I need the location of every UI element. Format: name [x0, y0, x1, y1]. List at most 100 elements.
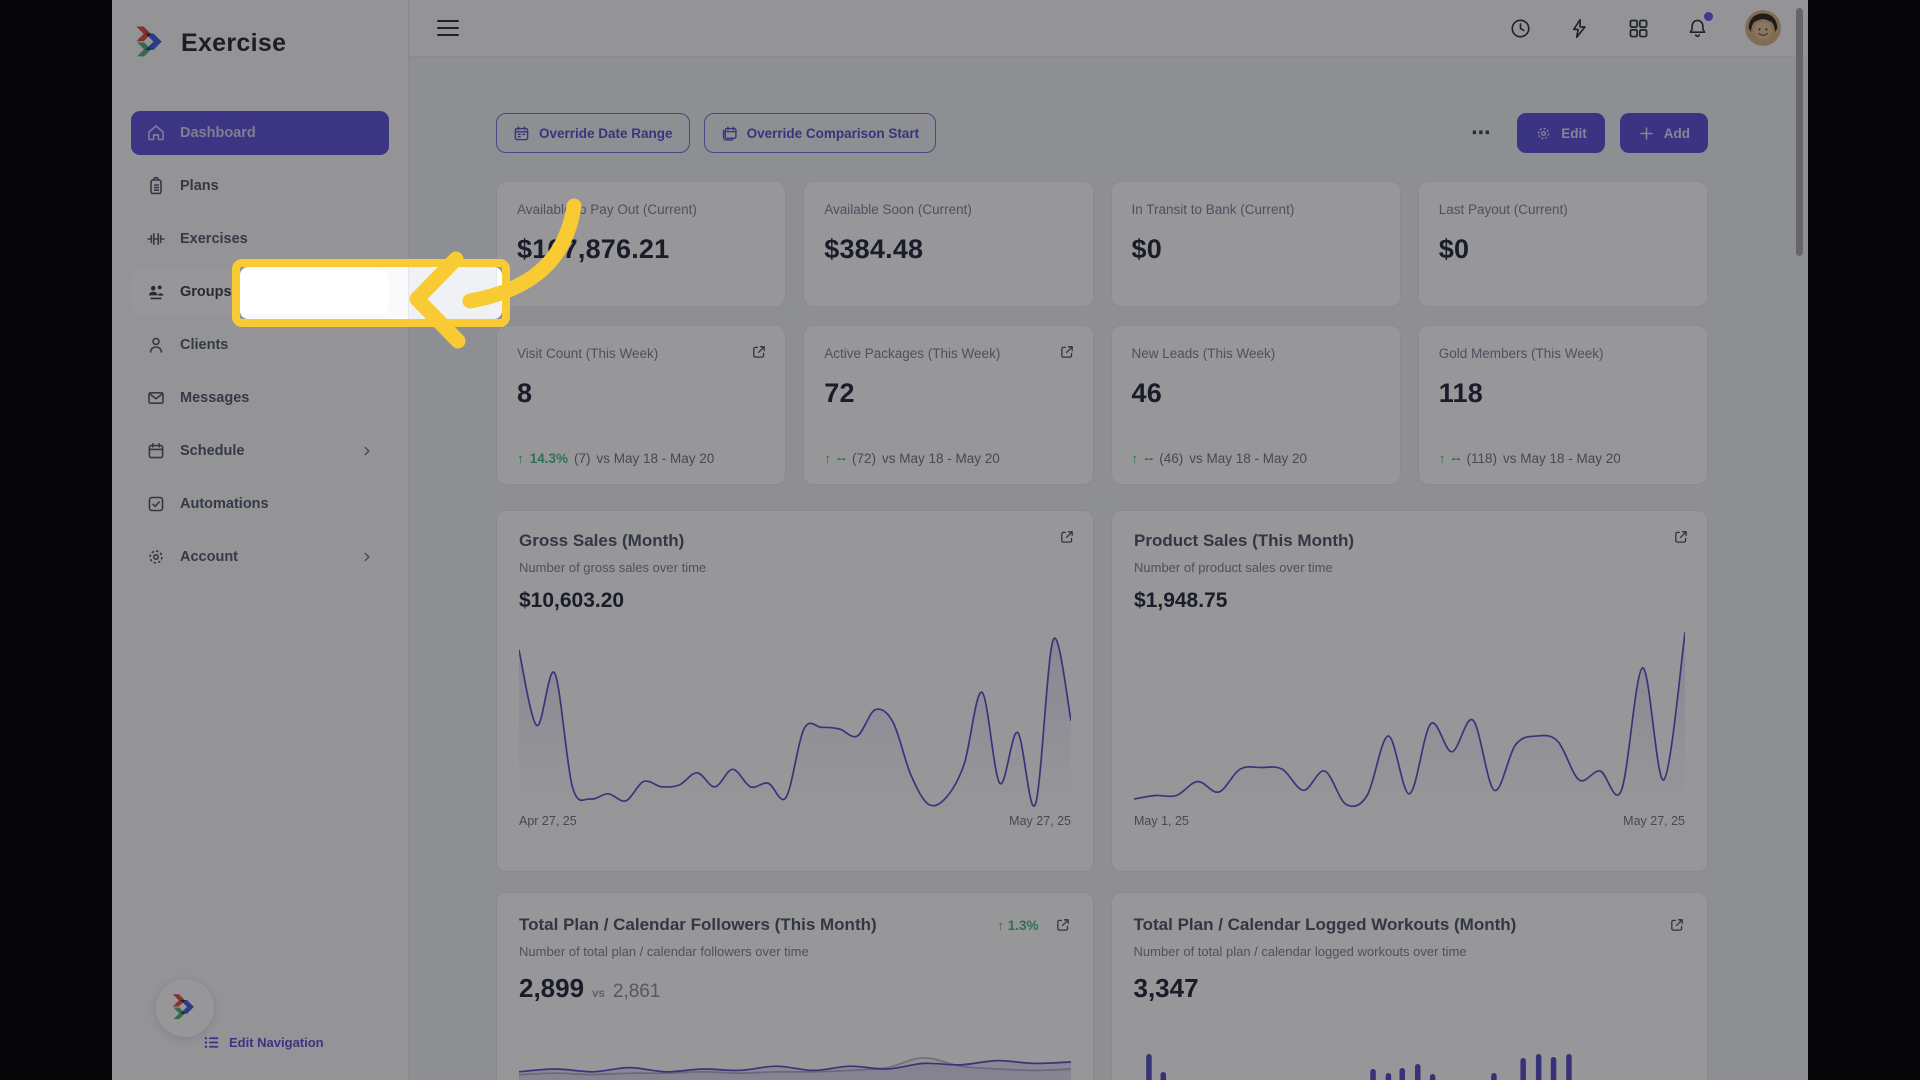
sidebar-item-label: Account	[180, 549, 238, 565]
stat-card-active-packages[interactable]: Active Packages (This Week) 72 ↑ -- (72)…	[803, 325, 1094, 485]
sidebar-item-messages[interactable]: Messages	[131, 376, 389, 420]
external-link-icon[interactable]	[751, 344, 767, 360]
plus-icon	[1639, 126, 1653, 140]
product-sales-card[interactable]: Product Sales (This Month) Number of pro…	[1111, 510, 1708, 872]
external-link-icon[interactable]	[1059, 344, 1075, 360]
external-link-icon[interactable]	[1669, 917, 1685, 933]
delta-count: (46)	[1159, 451, 1184, 466]
x-axis-end: May 27, 25	[1623, 814, 1685, 828]
delta-percent: --	[1144, 451, 1154, 466]
stat-value: $0	[1131, 234, 1162, 264]
stat-delta: ↑ -- (118) vs May 18 - May 20	[1439, 451, 1621, 466]
hamburger-menu-icon[interactable]	[437, 20, 459, 36]
apps-grid-icon[interactable]	[1627, 17, 1650, 40]
external-link-icon[interactable]	[1055, 917, 1071, 933]
chart-title: Total Plan / Calendar Followers (This Mo…	[519, 915, 877, 934]
sidebar-item-label: Schedule	[180, 443, 245, 459]
sidebar-item-clients[interactable]: Clients	[131, 323, 389, 367]
sidebar-item-label: Plans	[180, 178, 219, 194]
stats-row-1: Available to Pay Out (Current) $167,876.…	[496, 181, 1708, 307]
sidebar-item-plans[interactable]: Plans	[131, 164, 389, 208]
sidebar-item-label: Exercises	[180, 231, 248, 247]
screenshot-viewport: Exercise Dashboard Plans Exercises Group…	[0, 0, 1920, 1080]
clipboard-icon	[150, 176, 162, 195]
stat-value: 72	[824, 378, 855, 408]
stat-value: 46	[1131, 378, 1162, 408]
chart-title: Total Plan / Calendar Logged Workouts (M…	[1133, 915, 1517, 934]
gear-icon	[149, 550, 163, 564]
edit-dashboard-button[interactable]: Edit	[1517, 113, 1605, 153]
stat-card-gold-members[interactable]: Gold Members (This Week) 118 ↑ -- (118) …	[1417, 325, 1708, 485]
delta-comparison: vs May 18 - May 20	[1503, 451, 1621, 466]
delta-percent: 1.3%	[1007, 917, 1039, 933]
toolbar-right-actions: ⋯ Edit Add	[1471, 113, 1708, 153]
stat-delta: ↑ 14.3% (7) vs May 18 - May 20	[517, 451, 714, 466]
bolt-icon[interactable]	[1568, 17, 1591, 40]
logged-workouts-card[interactable]: Total Plan / Calendar Logged Workouts (M…	[1110, 892, 1708, 1080]
sidebar-item-dashboard[interactable]: Dashboard	[131, 111, 389, 155]
user-avatar[interactable]	[1745, 10, 1781, 46]
edit-navigation-label: Edit Navigation	[229, 1035, 324, 1050]
sidebar-item-label: Messages	[180, 390, 250, 406]
stat-card-in-transit[interactable]: In Transit to Bank (Current) $0	[1110, 181, 1401, 307]
home-icon	[148, 125, 164, 141]
history-clock-icon[interactable]	[1509, 17, 1532, 40]
chart-subtitle: Number of total plan / calendar logged w…	[1133, 944, 1467, 959]
add-widget-button[interactable]: Add	[1619, 113, 1708, 153]
stat-label: Gold Members (This Week)	[1438, 346, 1604, 361]
vertical-scrollbar[interactable]	[1796, 8, 1803, 256]
sidebar-item-groups[interactable]: Groups	[131, 270, 389, 314]
chart-total-value: $10,603.20	[519, 589, 625, 612]
chart-title: Gross Sales (Month)	[519, 531, 685, 550]
previous-value: 2,861	[612, 981, 661, 1002]
stat-value: 118	[1438, 378, 1483, 408]
delta-comparison: vs May 18 - May 20	[1189, 451, 1308, 466]
dumbbell-icon	[147, 233, 165, 245]
sidebar-item-schedule[interactable]: Schedule	[131, 429, 389, 473]
notifications-bell-icon[interactable]	[1686, 11, 1713, 40]
stat-card-available-to-pay-out[interactable]: Available to Pay Out (Current) $167,876.…	[496, 181, 787, 307]
add-button-label: Add	[1663, 125, 1690, 141]
sidebar-item-account[interactable]: Account	[131, 535, 389, 579]
edit-button-label: Edit	[1561, 125, 1587, 141]
stat-card-new-leads[interactable]: New Leads (This Week) 46 ↑ -- (46) vs Ma…	[1110, 325, 1401, 485]
bottom-charts-row: Total Plan / Calendar Followers (This Mo…	[496, 892, 1708, 1080]
edit-navigation-button[interactable]: Edit Navigation	[203, 1034, 324, 1051]
stat-card-visit-count[interactable]: Visit Count (This Week) 8 ↑ 14.3% (7) vs…	[496, 325, 787, 485]
delta-percent: --	[1451, 451, 1461, 466]
x-axis-start: May 1, 25	[1134, 814, 1189, 828]
gross-sales-card[interactable]: Gross Sales (Month) Number of gross sale…	[496, 510, 1094, 872]
chart-subtitle: Number of gross sales over time	[519, 560, 707, 575]
followers-card[interactable]: Total Plan / Calendar Followers (This Mo…	[496, 892, 1094, 1080]
stat-value: $384.48	[824, 234, 924, 264]
delta-count: (118)	[1466, 451, 1498, 466]
stat-delta: ↑ -- (46) vs May 18 - May 20	[1132, 451, 1308, 466]
app-window: Exercise Dashboard Plans Exercises Group…	[112, 0, 1808, 1080]
brand-bubble[interactable]	[156, 979, 214, 1037]
app-logo: Exercise	[133, 25, 286, 61]
sidebar-item-automations[interactable]: Automations	[131, 482, 389, 526]
x-axis-start: Apr 27, 25	[519, 814, 577, 828]
sidebar-nav: Dashboard Plans Exercises Groups Clients…	[131, 111, 389, 588]
delta-percent: 14.3%	[529, 451, 569, 466]
more-options-button[interactable]: ⋯	[1471, 122, 1492, 145]
stat-label: Last Payout (Current)	[1438, 202, 1568, 217]
notification-dot	[1704, 11, 1713, 21]
stat-label: Active Packages (This Week)	[824, 346, 1001, 361]
app-name: Exercise	[181, 28, 287, 57]
external-link-icon[interactable]	[1673, 529, 1689, 545]
override-comparison-start-button[interactable]: Override Comparison Start	[703, 113, 937, 153]
brand-logo-icon	[172, 994, 194, 1020]
brand-logo-icon	[136, 26, 162, 57]
external-link-icon[interactable]	[1059, 529, 1075, 545]
sidebar-item-exercises[interactable]: Exercises	[131, 217, 389, 261]
calendar-icon	[514, 125, 529, 140]
stat-card-available-soon[interactable]: Available Soon (Current) $384.48	[803, 181, 1094, 307]
stat-label: New Leads (This Week)	[1131, 346, 1276, 361]
list-icon	[204, 1037, 219, 1048]
override-date-range-button[interactable]: Override Date Range	[496, 113, 690, 153]
chart-subtitle: Number of product sales over time	[1134, 560, 1333, 575]
delta-comparison: vs May 18 - May 20	[882, 451, 1000, 466]
x-axis-end: May 27, 25	[1009, 814, 1071, 828]
stat-card-last-payout[interactable]: Last Payout (Current) $0	[1417, 181, 1708, 307]
